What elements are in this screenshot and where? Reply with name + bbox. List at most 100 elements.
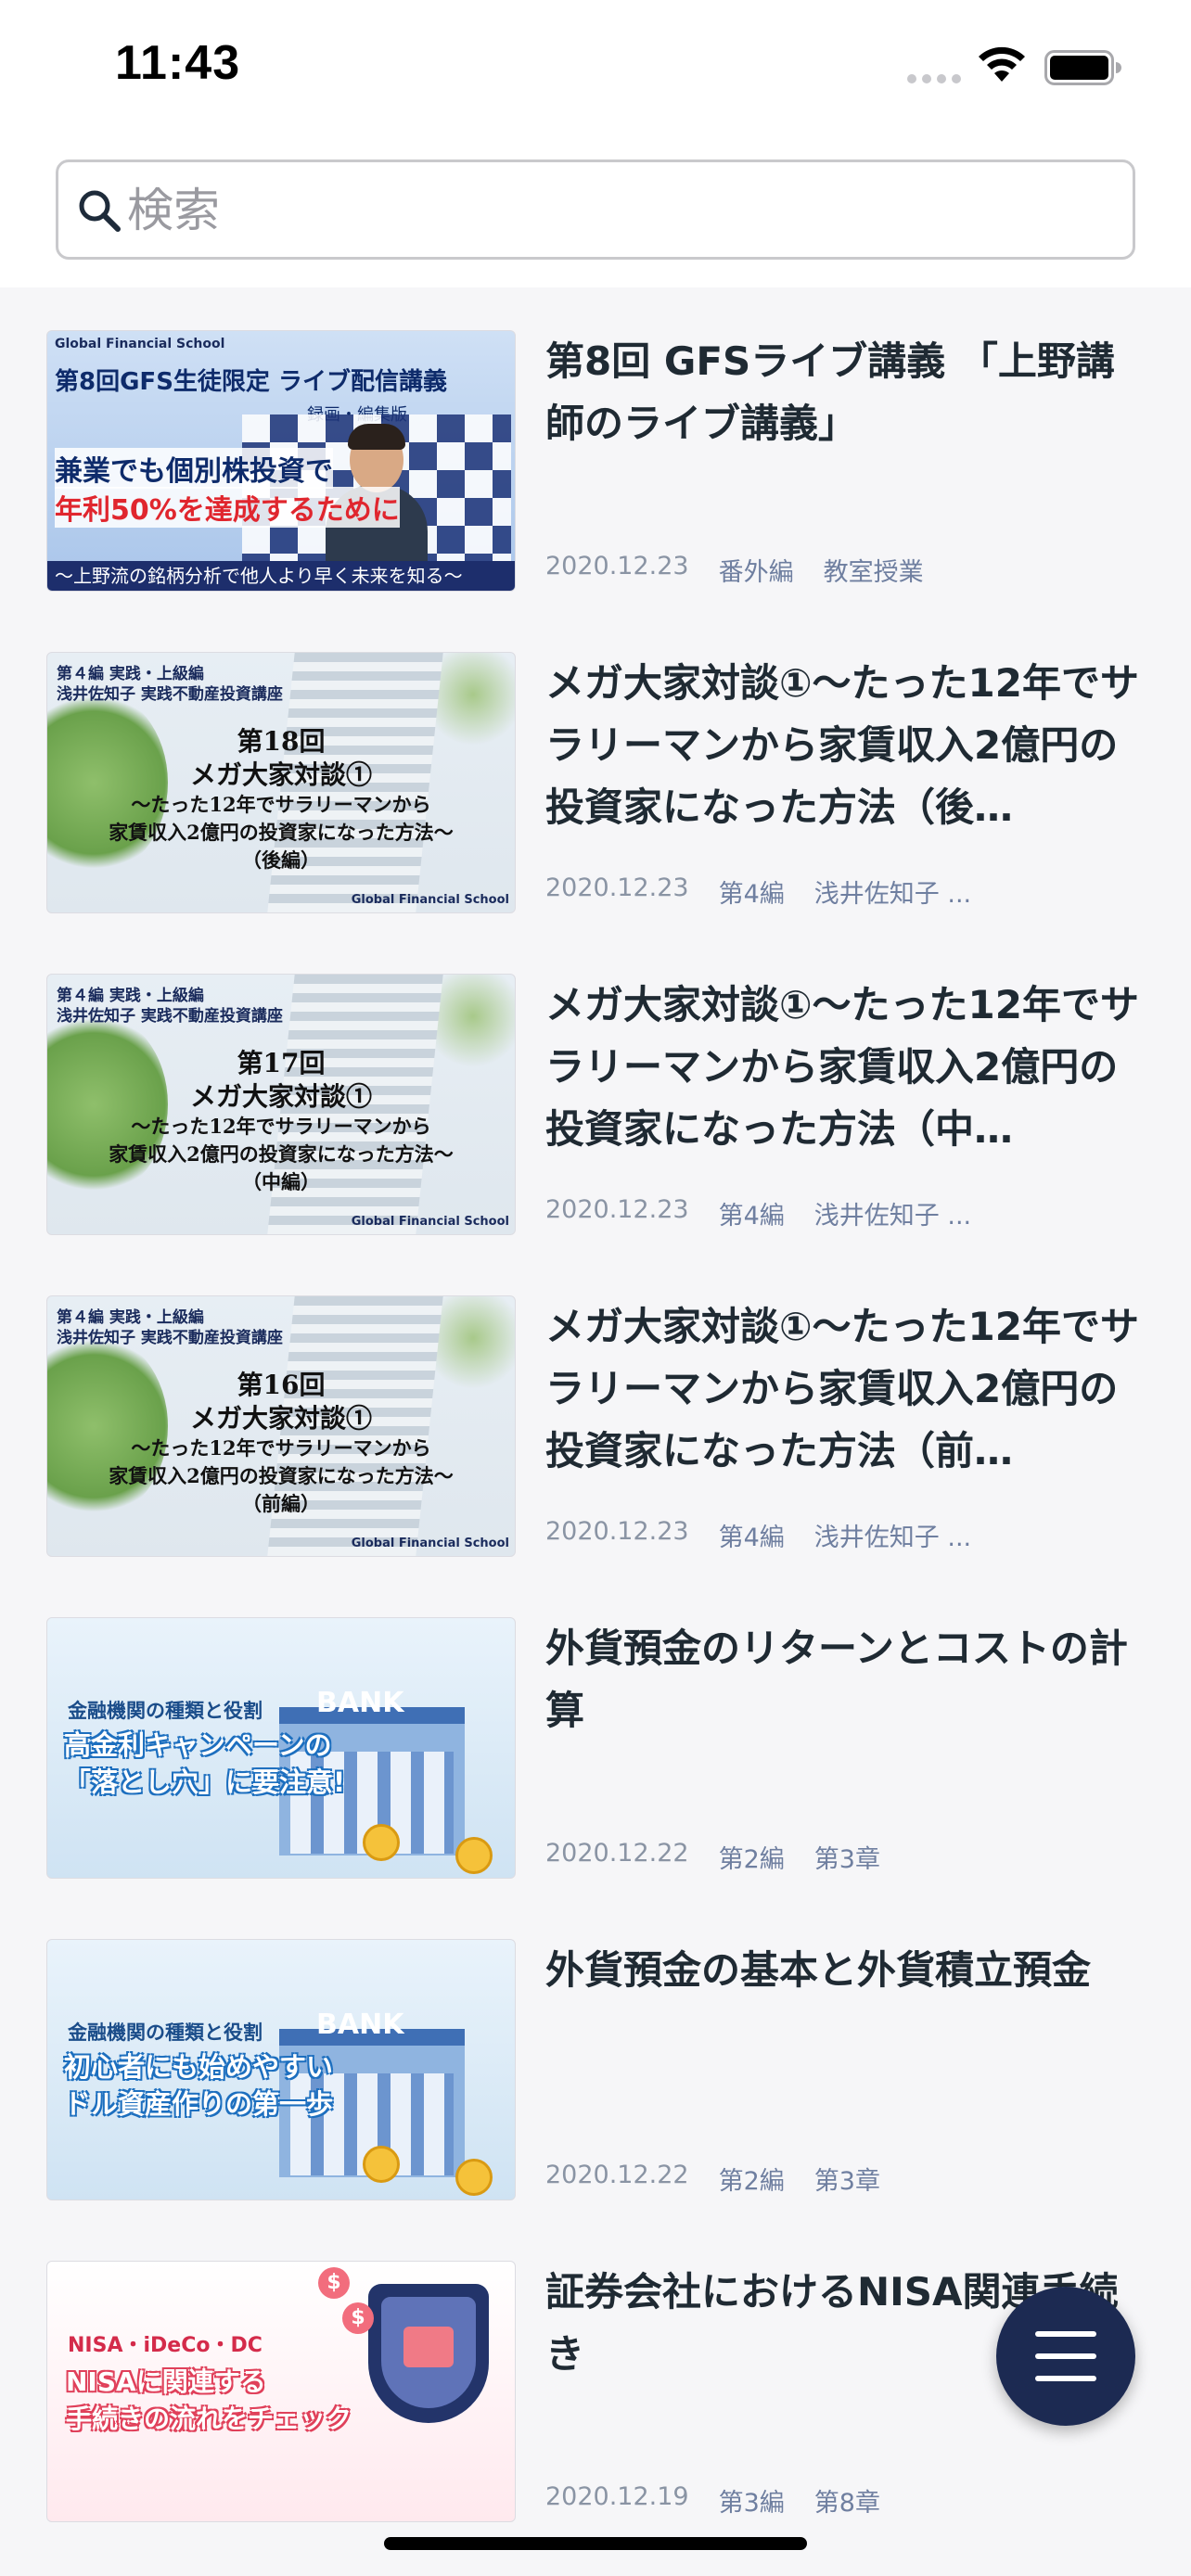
- item-title: 外貨預金のリターンとコストの計算: [545, 1626, 1128, 1733]
- thumb-number: 第17回: [237, 1048, 326, 1078]
- school-logo: Global Financial School: [351, 1215, 509, 1229]
- item-tag: 浅井佐知子 ...: [813, 880, 972, 909]
- item-title: メガ大家対談①～たった12年でサラリーマンから家賃収入2億円の投資家になった方法…: [545, 982, 1140, 1152]
- item-tag: 教室授業: [823, 558, 924, 587]
- status-bar: 11:43: [0, 0, 1191, 139]
- thumb-number: 第18回: [237, 726, 326, 757]
- home-indicator: [384, 2537, 807, 2550]
- item-meta: 2020.12.22 第2編 第3章: [545, 2161, 880, 2197]
- wifi-icon: [979, 46, 1025, 82]
- thumb-line: 初心者にも始めやすい: [64, 2051, 334, 2083]
- item-date: 2020.12.23: [545, 1195, 689, 1224]
- item-tag: 浅井佐知子 ...: [813, 1524, 972, 1552]
- lesson-thumbnail: BANK 金融機関の種類と役割 初心者にも始めやすい ドル資産作りの第一歩: [46, 1939, 516, 2200]
- item-tag: 第2編: [718, 2167, 785, 2196]
- item-meta: 2020.12.23 第4編 浅井佐知子 ...: [545, 1195, 971, 1231]
- item-tag: 第3章: [813, 2167, 880, 2196]
- thumb-header: 浅井佐知子 実践不動産投資講座: [57, 1329, 283, 1347]
- item-date: 2020.12.22: [545, 1839, 689, 1868]
- thumb-number: 第16回: [237, 1370, 326, 1400]
- status-time: 11:43: [115, 36, 241, 90]
- lesson-thumbnail: 第４編 実践・上級編 浅井佐知子 実践不動産投資講座 第17回 メガ大家対談① …: [46, 974, 516, 1235]
- thumb-part: （前編）: [242, 1492, 320, 1515]
- thumb-line: 「落とし穴」に要注意!: [64, 1766, 346, 1798]
- bank-label: BANK: [316, 1687, 404, 1719]
- thumb-line: 兼業でも個別株投資で: [55, 448, 333, 489]
- coin-icon: [363, 1824, 400, 1861]
- thumb-title: メガ大家対談①: [189, 1081, 372, 1112]
- list-item[interactable]: 第４編 実践・上級編 浅井佐知子 実践不動産投資講座 第18回 メガ大家対談① …: [0, 609, 1191, 931]
- item-tag: 第8章: [813, 2489, 880, 2518]
- thumb-title: メガ大家対談①: [189, 1403, 372, 1434]
- item-title: 外貨預金の基本と外貨積立預金: [545, 1947, 1092, 1993]
- thumb-line: ～たった12年でサラリーマンから: [131, 793, 431, 816]
- thumb-part: （後編）: [242, 848, 320, 872]
- item-tag: 第3章: [813, 1845, 880, 1874]
- thumb-footer: ～上野流の銘柄分析で他人より早く未来を知る～: [47, 561, 515, 591]
- bank-label: BANK: [316, 2009, 404, 2041]
- list-item[interactable]: 第４編 実践・上級編 浅井佐知子 実践不動産投資講座 第17回 メガ大家対談① …: [0, 931, 1191, 1253]
- list-item[interactable]: BANK 金融機関の種類と役割 高金利キャンペーンの 「落とし穴」に要注意! 外…: [0, 1575, 1191, 1896]
- thumb-line: 家賃収入2億円の投資家になった方法～: [109, 821, 454, 844]
- item-meta: 2020.12.23 第4編 浅井佐知子 ...: [545, 874, 971, 910]
- coin-icon: [455, 2159, 493, 2196]
- dollar-coin-icon: $: [342, 2302, 374, 2334]
- item-tag: 第2編: [718, 1845, 785, 1874]
- item-tag: 第4編: [718, 1202, 785, 1231]
- item-tag: 第4編: [718, 880, 785, 909]
- lesson-thumbnail: Global Financial School 第8回GFS生徒限定 ライブ配信…: [46, 330, 516, 592]
- item-title: メガ大家対談①～たった12年でサラリーマンから家賃収入2億円の投資家になった方法…: [545, 660, 1140, 830]
- thumb-line: 家賃収入2億円の投資家になった方法～: [109, 1464, 454, 1487]
- item-title: メガ大家対談①～たった12年でサラリーマンから家賃収入2億円の投資家になった方法…: [545, 1304, 1140, 1473]
- thumb-title: 第8回GFS生徒限定 ライブ配信講義: [55, 368, 447, 396]
- school-logo: Global Financial School: [351, 893, 509, 907]
- item-tag: 第3編: [718, 2489, 785, 2518]
- thumb-part: （中編）: [242, 1170, 320, 1193]
- school-logo: Global Financial School: [351, 1537, 509, 1550]
- thumb-line: 家賃収入2億円の投資家になった方法～: [109, 1142, 454, 1166]
- thumb-caption: 金融機関の種類と役割: [68, 2021, 263, 2044]
- shield-lock-icon: [368, 2284, 489, 2423]
- search-icon: [79, 190, 121, 232]
- thumb-caption: NISA・iDeCo・DC: [68, 2334, 263, 2357]
- coin-icon: [455, 1837, 493, 1874]
- lesson-thumbnail: $ $ NISA・iDeCo・DC NISAに関連する 手続きの流れをチェック: [46, 2261, 516, 2522]
- thumb-line: ～たった12年でサラリーマンから: [131, 1436, 431, 1460]
- list-item[interactable]: 第４編 実践・上級編 浅井佐知子 実践不動産投資講座 第16回 メガ大家対談① …: [0, 1253, 1191, 1575]
- item-date: 2020.12.23: [545, 552, 689, 580]
- item-meta: 2020.12.22 第2編 第3章: [545, 1839, 880, 1875]
- thumb-title: メガ大家対談①: [189, 759, 372, 790]
- menu-button[interactable]: [996, 2287, 1135, 2426]
- list-item[interactable]: BANK 金融機関の種類と役割 初心者にも始めやすい ドル資産作りの第一歩 外貨…: [0, 1896, 1191, 2218]
- thumb-line: NISAに関連する: [66, 2366, 266, 2397]
- item-date: 2020.12.23: [545, 874, 689, 902]
- thumb-header: 浅井佐知子 実践不動産投資講座: [57, 685, 283, 704]
- dollar-coin-icon: $: [318, 2267, 350, 2299]
- item-meta: 2020.12.19 第3編 第8章: [545, 2482, 880, 2519]
- thumb-line: ～たった12年でサラリーマンから: [131, 1115, 431, 1138]
- thumb-line: 高金利キャンペーンの: [64, 1729, 332, 1761]
- item-tag: 番外編: [718, 558, 794, 587]
- item-meta: 2020.12.23 番外編 教室授業: [545, 552, 924, 588]
- item-tag: 第4編: [718, 1524, 785, 1552]
- search-box[interactable]: [56, 159, 1135, 260]
- item-title: 第8回 GFSライブ講義 「上野講師のライブ講義」: [545, 338, 1115, 446]
- item-meta: 2020.12.23 第4編 浅井佐知子 ...: [545, 1517, 971, 1553]
- lesson-thumbnail: 第４編 実践・上級編 浅井佐知子 実践不動産投資講座 第18回 メガ大家対談① …: [46, 652, 516, 913]
- item-date: 2020.12.23: [545, 1517, 689, 1546]
- thumb-caption: 金融機関の種類と役割: [68, 1700, 263, 1722]
- item-date: 2020.12.22: [545, 2161, 689, 2189]
- hamburger-menu-icon: [1035, 2331, 1096, 2337]
- item-tag: 浅井佐知子 ...: [813, 1202, 972, 1231]
- thumb-header: 浅井佐知子 実践不動産投資講座: [57, 1007, 283, 1026]
- coin-icon: [363, 2146, 400, 2183]
- thumb-line: 年利50%を達成するために: [55, 487, 400, 528]
- lesson-thumbnail: 第４編 実践・上級編 浅井佐知子 実践不動産投資講座 第16回 メガ大家対談① …: [46, 1295, 516, 1557]
- thumb-header: Global Financial School: [55, 337, 225, 351]
- search-input[interactable]: [127, 175, 1110, 246]
- lesson-thumbnail: BANK 金融機関の種類と役割 高金利キャンペーンの 「落とし穴」に要注意!: [46, 1617, 516, 1879]
- cellular-signal-icon: [907, 74, 961, 83]
- battery-icon: [1044, 50, 1121, 85]
- search-bar: [0, 139, 1191, 287]
- list-item[interactable]: Global Financial School 第8回GFS生徒限定 ライブ配信…: [0, 287, 1191, 609]
